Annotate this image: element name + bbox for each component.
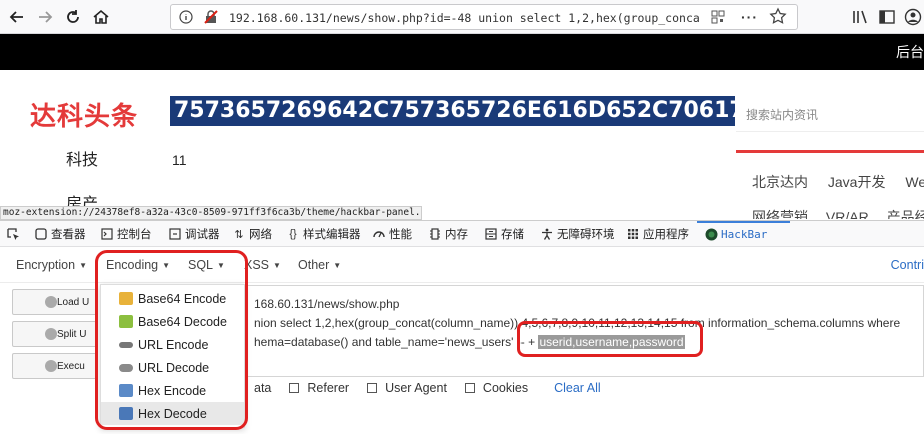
category-item[interactable]: Java开发: [828, 174, 886, 190]
url-line-1: 168.60.131/news/show.php: [254, 297, 400, 311]
console-icon: [100, 227, 114, 241]
bookmark-star-icon[interactable]: [769, 7, 787, 28]
accessibility-icon: [540, 227, 554, 241]
category-item[interactable]: 北京达内: [752, 174, 808, 190]
tab-memory[interactable]: 内存: [428, 226, 468, 242]
load-url-button[interactable]: Load U: [12, 289, 98, 315]
hackbar-icon: [704, 227, 718, 241]
category-divider: [736, 150, 924, 153]
avatar-icon[interactable]: [904, 8, 922, 29]
split-icon: [45, 328, 57, 340]
reload-icon[interactable]: [62, 6, 84, 28]
tab-performance[interactable]: 性能: [372, 226, 412, 242]
status-link-url: moz-extension://24378ef8-a32a-43c0-8509-…: [0, 206, 422, 220]
referer-checkbox[interactable]: [289, 383, 300, 393]
tab-console[interactable]: 控制台: [100, 226, 152, 242]
category-row-1: 北京达内 Java开发 We: [752, 172, 924, 192]
post-data-label: ata: [254, 381, 272, 395]
inspect-icon[interactable]: [6, 226, 20, 242]
site-search-input[interactable]: 搜索站内资讯: [736, 96, 924, 132]
active-tab-indicator: [697, 221, 790, 223]
nav-item-tech[interactable]: 科技: [66, 146, 98, 170]
site-top-bar: 后台: [0, 34, 924, 70]
category-item[interactable]: We: [905, 174, 924, 190]
cookies-checkbox[interactable]: [464, 383, 475, 393]
load-icon: [45, 296, 57, 308]
home-icon[interactable]: [90, 6, 112, 28]
tab-debugger[interactable]: 调试器: [168, 226, 220, 242]
clear-all-link[interactable]: Clear All: [554, 381, 601, 395]
category-row-2: 网络营销 VR/AR 产品经: [752, 207, 924, 219]
site-logo[interactable]: 达科头条: [30, 96, 138, 133]
tab-network[interactable]: ⇅ 网络: [232, 226, 272, 242]
split-url-button[interactable]: Split U: [12, 321, 98, 347]
performance-icon: [372, 227, 386, 241]
contribute-link[interactable]: Contri: [891, 258, 924, 272]
search-placeholder: 搜索站内资讯: [746, 108, 819, 122]
memory-icon: [428, 227, 442, 241]
info-icon[interactable]: [179, 10, 193, 27]
hex-output-title: 7573657269642C757365726E616D652C70617373…: [170, 96, 735, 126]
menu-xss[interactable]: XSS ▼: [244, 258, 281, 272]
article-value: 11: [172, 152, 187, 168]
tab-accessibility[interactable]: 无障碍环境: [540, 226, 615, 242]
annotation-frame-encoding: [95, 250, 248, 430]
admin-link[interactable]: 后台: [896, 42, 924, 62]
network-icon: ⇅: [234, 228, 244, 241]
forward-arrow-icon[interactable]: [34, 6, 56, 28]
inspector-icon: [34, 227, 48, 241]
url-text[interactable]: 192.168.60.131/news/show.php?id=-48 unio…: [229, 9, 699, 27]
category-item[interactable]: VR/AR: [826, 209, 869, 219]
tab-inspector[interactable]: 查看器: [34, 226, 86, 242]
category-item[interactable]: 产品经: [887, 209, 924, 219]
annotation-frame-selection: [517, 321, 703, 357]
tab-style-editor[interactable]: {} 样式编辑器: [286, 226, 360, 242]
library-icon[interactable]: [852, 9, 870, 28]
url-bar[interactable]: 192.168.60.131/news/show.php?id=-48 unio…: [170, 4, 798, 30]
user-agent-label: User Agent: [385, 381, 447, 395]
execute-icon: [45, 360, 57, 372]
tab-application[interactable]: 应用程序: [626, 226, 689, 242]
sidebar-icon[interactable]: [878, 8, 896, 29]
more-dots-icon[interactable]: ···: [741, 9, 758, 25]
debugger-icon: [168, 227, 182, 241]
storage-icon: [484, 227, 498, 241]
execute-button[interactable]: Execu: [12, 353, 98, 379]
style-editor-icon: {}: [289, 228, 297, 240]
options-row: ata Referer User Agent Cookies Clear All: [254, 379, 601, 397]
back-arrow-icon[interactable]: [6, 6, 28, 28]
menu-encryption[interactable]: Encryption ▼: [16, 258, 87, 272]
user-agent-checkbox[interactable]: [367, 383, 378, 393]
tab-hackbar[interactable]: HackBar: [704, 226, 767, 242]
insecure-lock-icon[interactable]: [203, 9, 219, 28]
browser-toolbar: 192.168.60.131/news/show.php?id=-48 unio…: [0, 0, 924, 34]
cookies-label: Cookies: [482, 381, 529, 395]
referer-label: Referer: [307, 381, 350, 395]
devtools-tabbar: 查看器 控制台 调试器 ⇅ 网络 {} 样式编辑器 性能 内存 存储 无障碍环境…: [0, 221, 924, 247]
application-icon: [626, 227, 640, 241]
tab-storage[interactable]: 存储: [484, 226, 524, 242]
category-item[interactable]: 网络营销: [752, 209, 808, 219]
qr-code-icon[interactable]: [711, 10, 725, 27]
menu-other[interactable]: Other ▼: [298, 258, 341, 272]
